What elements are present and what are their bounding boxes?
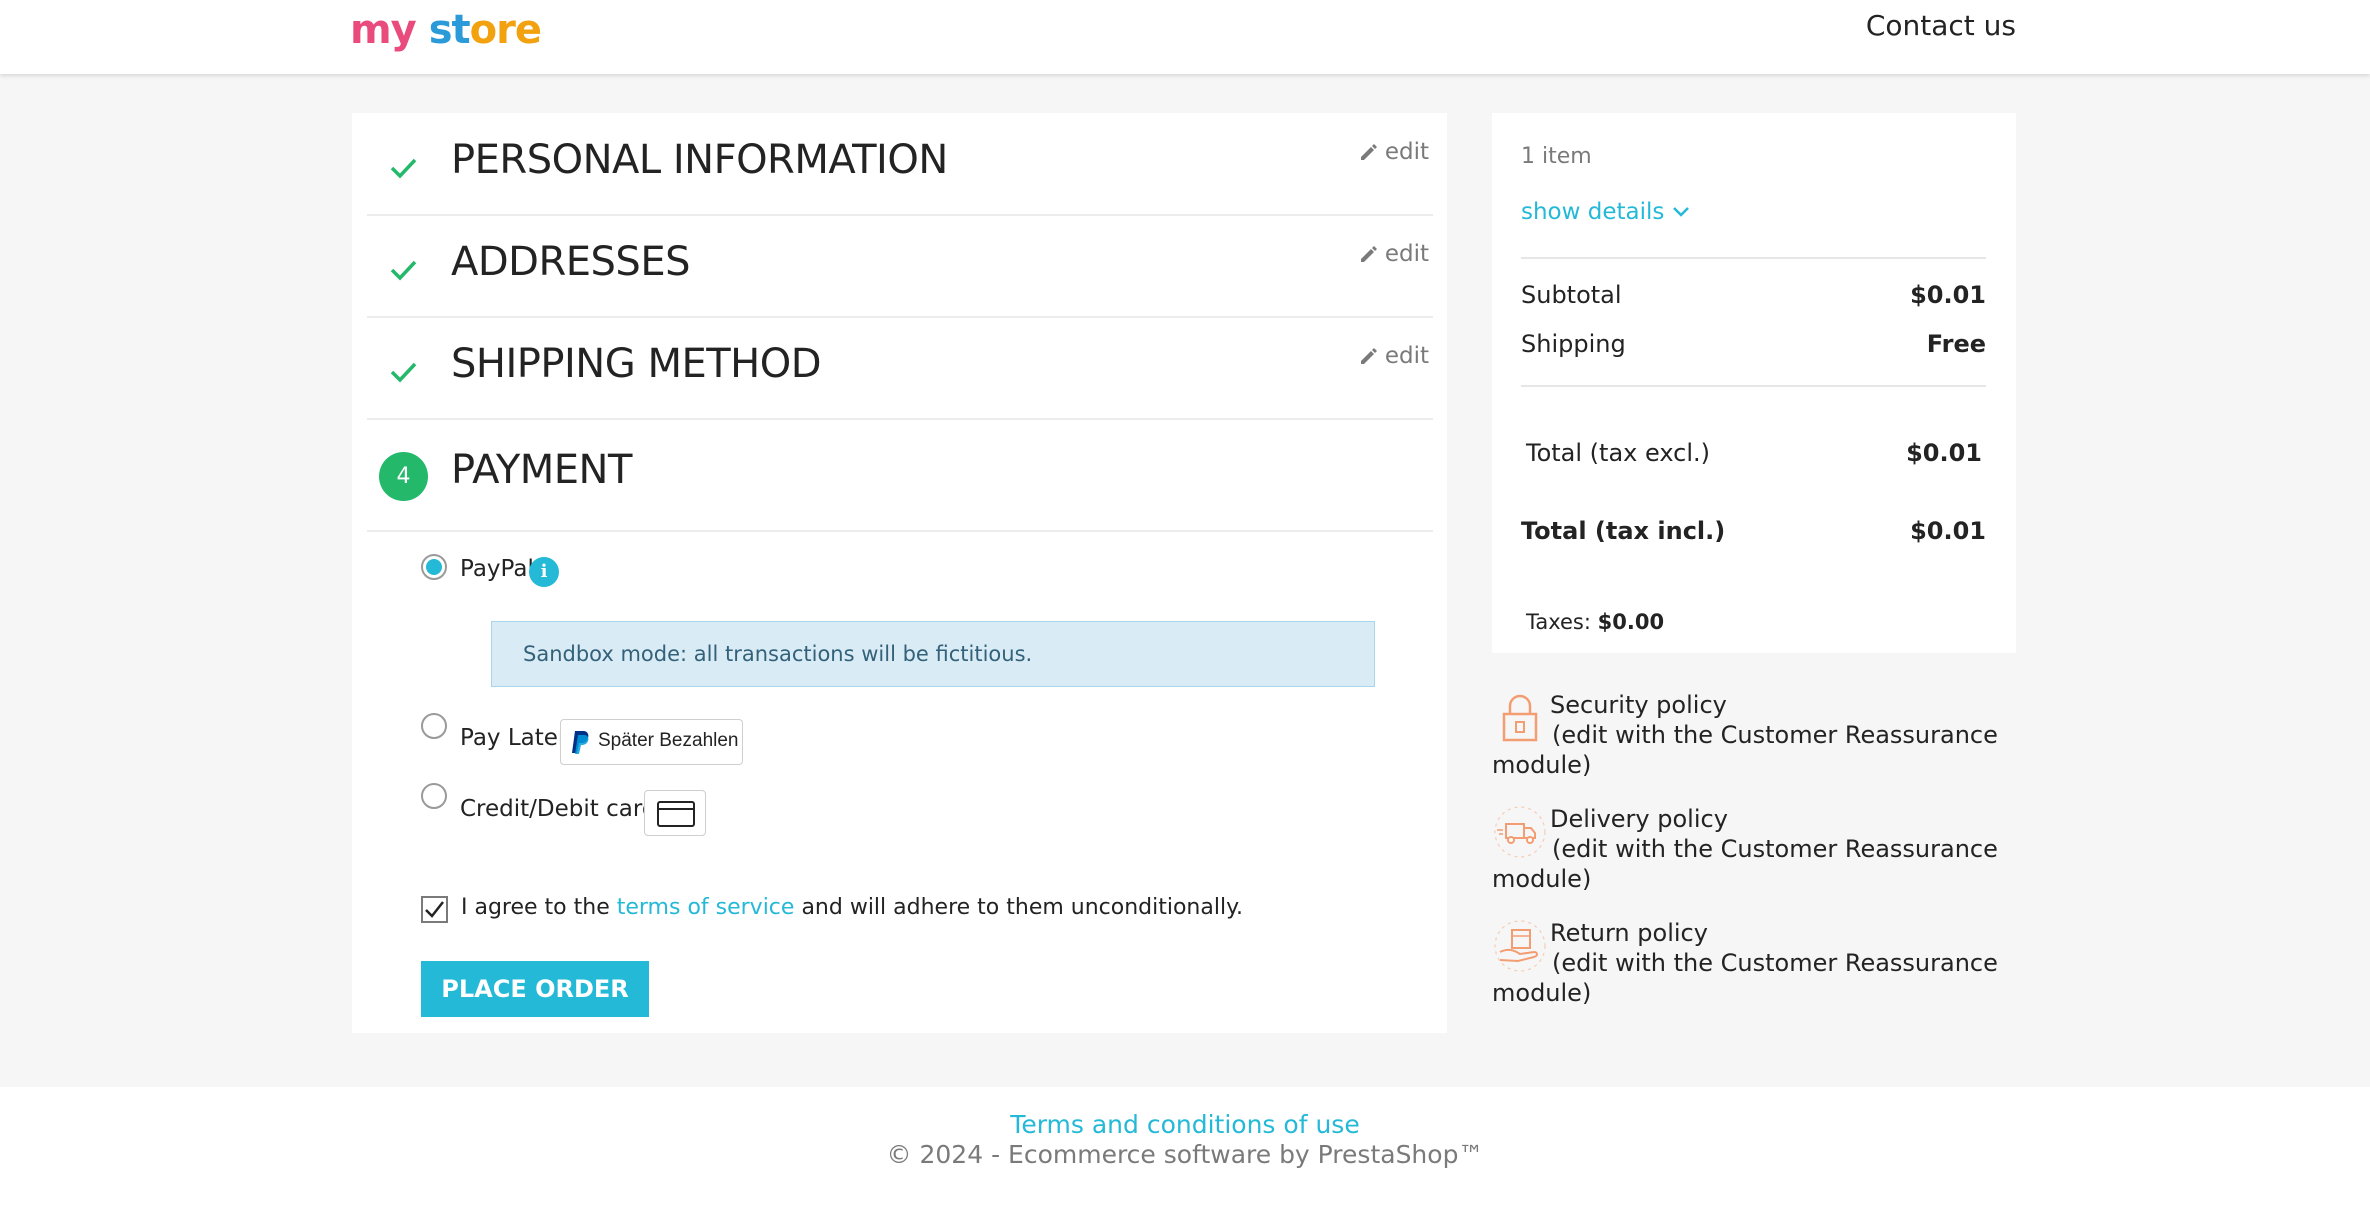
step-payment: 4 PAYMENT (367, 419, 1433, 532)
total-excl-value: $0.01 (1906, 439, 1982, 467)
agree-suffix: and will adhere to them unconditionally. (794, 895, 1243, 920)
credit-card-icon (657, 801, 695, 827)
step-title: SHIPPING METHOD (451, 341, 822, 387)
total-incl-label: Total (tax incl.) (1521, 517, 1726, 545)
agree-prefix: I agree to the (461, 895, 617, 920)
step-shipping-method[interactable]: SHIPPING METHOD edit (367, 317, 1433, 420)
logo-text-ore: ore (469, 7, 542, 53)
credit-card-label[interactable]: Credit/Debit card (460, 796, 657, 822)
subtotal-row: Subtotal $0.01 (1521, 281, 1986, 309)
checkout-steps: PERSONAL INFORMATION edit ADDRESSES edit… (352, 113, 1447, 1033)
reassurance-description: (edit with the Customer Reassurance (1552, 949, 1998, 977)
shipping-value: Free (1926, 330, 1986, 358)
store-logo[interactable]: my store (350, 4, 542, 56)
pencil-icon (1360, 348, 1377, 364)
pay-later-badge-text: Später Bezahlen (598, 730, 739, 751)
copyright-text: © 2024 - Ecommerce software by PrestaSho… (886, 1140, 1484, 1169)
shipping-label: Shipping (1521, 330, 1626, 358)
reassurance-description-end: module) (1492, 865, 1592, 893)
logo-text-st: st (428, 7, 471, 53)
reassurance-security: Security policy (edit with the Customer … (1492, 690, 2032, 780)
paypal-pay-later-badge: Später Bezahlen (560, 719, 743, 765)
reassurance-description: (edit with the Customer Reassurance (1552, 721, 1998, 749)
logo-text-space (416, 7, 429, 53)
reassurance-description: (edit with the Customer Reassurance (1552, 835, 1998, 863)
reassurance-delivery: Delivery policy (edit with the Customer … (1492, 804, 2032, 894)
reassurance-title: Security policy (1550, 691, 1727, 719)
edit-shipping-method-button[interactable]: edit (1359, 343, 1429, 369)
step-title: ADDRESSES (451, 239, 690, 285)
checkmark-icon (425, 901, 444, 918)
return-box-icon (1494, 920, 1546, 972)
site-footer: Terms and conditions of use © 2024 - Eco… (0, 1087, 2370, 1224)
show-details-toggle[interactable]: show details (1521, 199, 1690, 225)
paypal-icon (572, 731, 589, 754)
edit-addresses-button[interactable]: edit (1359, 241, 1429, 267)
edit-label: edit (1384, 139, 1429, 165)
check-icon (390, 158, 417, 179)
reassurance-description-end: module) (1492, 979, 1592, 1007)
taxes-value: $0.00 (1597, 610, 1665, 634)
edit-label: edit (1384, 343, 1429, 369)
cart-summary: 1 item show details Subtotal $0.01 Shipp… (1492, 113, 2016, 653)
total-incl-value: $0.01 (1910, 517, 1986, 545)
lock-icon (1502, 694, 1538, 742)
pencil-icon (1360, 144, 1377, 160)
divider (1521, 385, 1986, 387)
reassurance-return: Return policy (edit with the Customer Re… (1492, 918, 2032, 1008)
contact-us-link[interactable]: Contact us (1866, 9, 2016, 42)
pay-later-radio[interactable] (421, 713, 447, 739)
subtotal-value: $0.01 (1910, 281, 1986, 309)
delivery-truck-icon (1494, 806, 1546, 858)
divider (1521, 257, 1986, 259)
logo-text-my: my (350, 7, 417, 53)
credit-card-radio[interactable] (421, 783, 447, 809)
edit-personal-information-button[interactable]: edit (1359, 139, 1429, 165)
taxes-row: Taxes: $0.00 (1526, 610, 1664, 634)
paypal-label[interactable]: PayPal (460, 556, 534, 582)
reassurance-title: Delivery policy (1550, 805, 1728, 833)
sandbox-notice: Sandbox mode: all transactions will be f… (491, 621, 1375, 687)
terms-agreement-text: I agree to the terms of service and will… (461, 895, 1243, 920)
check-icon (390, 362, 417, 383)
shipping-row: Shipping Free (1521, 330, 1986, 358)
terms-conditions-link[interactable]: Terms and conditions of use (0, 1110, 2370, 1139)
place-order-button[interactable]: PLACE ORDER (421, 961, 649, 1017)
taxes-label: Taxes: (1526, 610, 1591, 634)
items-count: 1 item (1521, 144, 1592, 169)
terms-of-service-link[interactable]: terms of service (617, 895, 795, 920)
edit-label: edit (1384, 241, 1429, 267)
total-excl-label: Total (tax excl.) (1526, 439, 1710, 467)
show-details-label: show details (1521, 199, 1665, 225)
step-title: PERSONAL INFORMATION (451, 137, 948, 183)
pencil-icon (1360, 246, 1377, 262)
total-incl-row: Total (tax incl.) $0.01 (1521, 517, 1986, 545)
subtotal-label: Subtotal (1521, 281, 1622, 309)
terms-checkbox[interactable] (421, 896, 448, 923)
info-icon[interactable]: i (529, 557, 559, 587)
step-title: PAYMENT (451, 447, 632, 493)
paypal-radio[interactable] (421, 554, 447, 580)
site-header: my store Contact us (0, 0, 2370, 74)
total-excl-row: Total (tax excl.) $0.01 (1526, 439, 1982, 467)
step-number-badge: 4 (379, 452, 428, 501)
step-personal-information[interactable]: PERSONAL INFORMATION edit (367, 113, 1433, 216)
card-badge (644, 790, 706, 836)
check-icon (390, 260, 417, 281)
step-addresses[interactable]: ADDRESSES edit (367, 215, 1433, 318)
reassurance-title: Return policy (1550, 919, 1708, 947)
pay-later-label[interactable]: Pay Later (460, 725, 567, 751)
chevron-down-icon (1673, 207, 1690, 217)
reassurance-description-end: module) (1492, 751, 1592, 779)
